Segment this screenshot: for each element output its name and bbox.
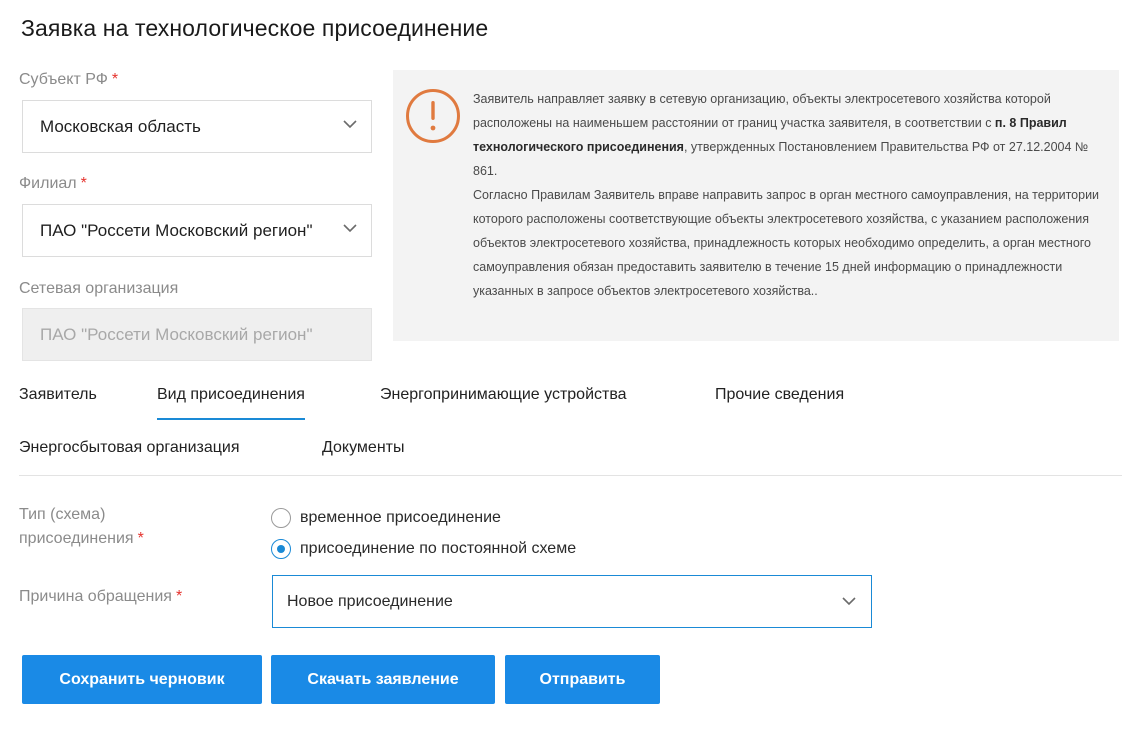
exclamation-circle-icon: [406, 89, 460, 143]
application-page: Заявка на технологическое присоединение …: [0, 0, 1137, 747]
network-org-label: Сетевая организация: [19, 280, 179, 297]
required-mark: *: [175, 588, 183, 605]
tab-applicant[interactable]: Заявитель: [19, 386, 97, 404]
required-mark: *: [111, 71, 119, 88]
tab-connection-type[interactable]: Вид присоединения: [157, 386, 305, 420]
tab-energy-supplier[interactable]: Энергосбытовая организация: [19, 439, 240, 457]
tab-power-devices[interactable]: Энергопринимающие устройства: [380, 386, 627, 404]
tabs-divider: [19, 475, 1122, 476]
branch-label: Филиал *: [19, 175, 87, 192]
tab-other-info[interactable]: Прочие сведения: [715, 386, 844, 404]
download-application-button[interactable]: Скачать заявление: [271, 655, 495, 704]
chevron-down-icon: [343, 120, 357, 129]
save-draft-button[interactable]: Сохранить черновик: [22, 655, 262, 704]
region-select[interactable]: Московская область: [22, 100, 372, 153]
radio-label: временное присоединение: [300, 509, 501, 526]
info-text: Заявитель направляет заявку в сетевую ор…: [473, 92, 1100, 298]
radio-label: присоединение по постоянной схеме: [300, 540, 577, 557]
required-mark: *: [80, 175, 87, 192]
chevron-down-icon: [842, 597, 856, 606]
reason-select[interactable]: Новое присоединение: [272, 575, 872, 628]
page-title: Заявка на технологическое присоединение: [21, 15, 489, 41]
reason-label: Причина обращения *: [19, 588, 183, 605]
region-value: Московская область: [40, 117, 201, 136]
submit-button[interactable]: Отправить: [505, 655, 660, 704]
branch-select[interactable]: ПАО "Россети Московский регион": [22, 204, 372, 257]
reason-value: Новое присоединение: [287, 593, 453, 610]
chevron-down-icon: [343, 224, 357, 233]
tab-documents[interactable]: Документы: [322, 439, 404, 457]
required-mark: *: [137, 530, 144, 547]
network-org-value: ПАО "Россети Московский регион": [40, 325, 313, 344]
radio-button[interactable]: [271, 508, 291, 528]
info-panel: Заявитель направляет заявку в сетевую ор…: [393, 70, 1119, 341]
branch-value: ПАО "Россети Московский регион": [40, 221, 313, 240]
connection-type-label: Тип (схема) присоединения *: [19, 506, 144, 547]
region-label: Субъект РФ *: [19, 71, 119, 88]
radio-button-selected[interactable]: [271, 539, 291, 559]
network-org-field: ПАО "Россети Московский регион": [22, 308, 372, 361]
